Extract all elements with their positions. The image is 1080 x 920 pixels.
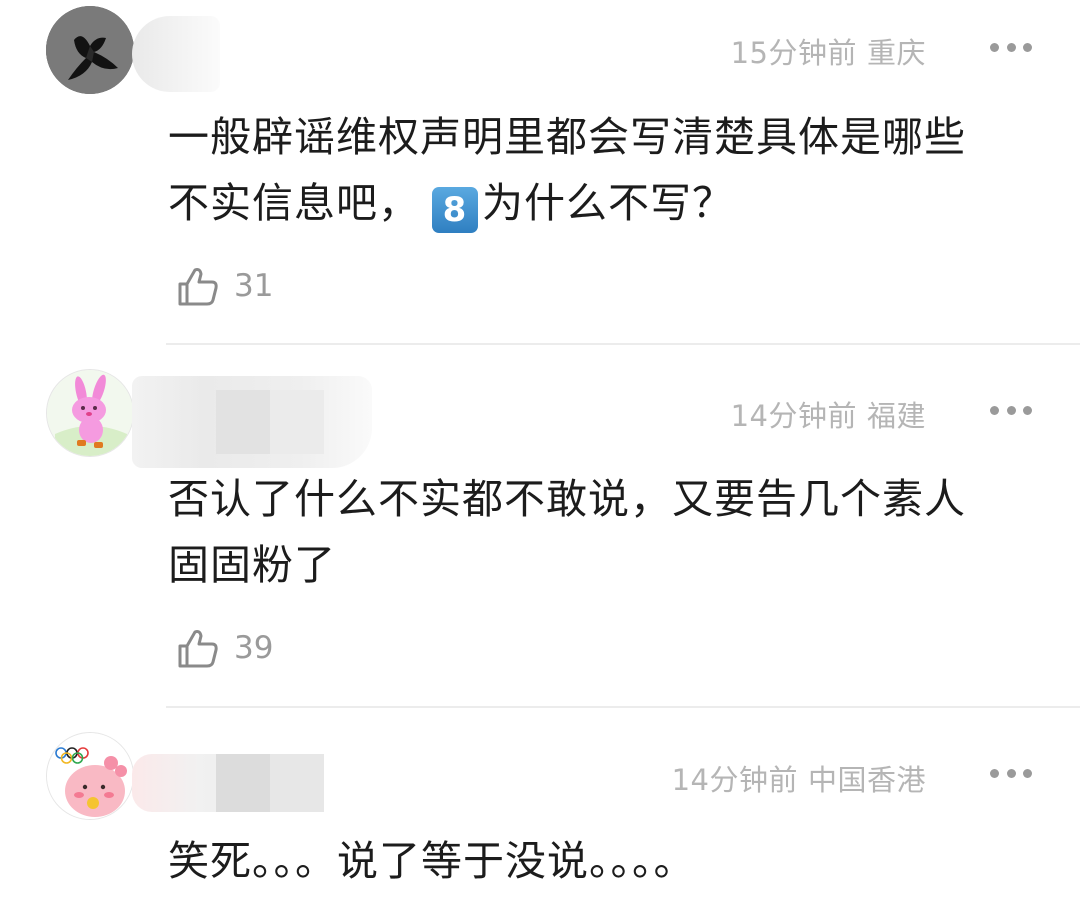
comment-location: 中国香港 (807, 763, 926, 797)
like-button[interactable]: 39 (176, 624, 273, 672)
comment-meta: 15分钟前 重庆 (731, 30, 926, 72)
comment-time: 15分钟前 (730, 36, 857, 70)
comment-meta: 14分钟前 中国香港 (672, 757, 926, 799)
pink-cartoon-olympic-avatar-icon (47, 733, 133, 819)
comment-text: 一般辟谣维权声明里都会写清楚具体是哪些 不实信息吧， 8 为什么不写？ (168, 104, 1048, 236)
comment-text-line: 不实信息吧， 8 为什么不写？ (168, 170, 1048, 236)
black-butterfly-avatar-icon (46, 6, 134, 94)
comment-text-segment: 为什么不写？ (482, 179, 734, 227)
comment-text-line: 否认了什么不实都不敢说，又要告几个素人 (168, 475, 966, 523)
blur-block (216, 754, 270, 812)
blur-block (216, 390, 270, 454)
comment-divider (166, 706, 1080, 708)
blur-block (270, 390, 324, 454)
comment-text-segment: 不实信息吧， (168, 179, 420, 227)
thumbs-up-icon (178, 630, 218, 668)
comment-location: 重庆 (866, 36, 926, 70)
user-avatar[interactable] (46, 732, 134, 820)
comment-meta: 14分钟前 福建 (731, 393, 926, 435)
comment-text-line: 一般辟谣维权声明里都会写清楚具体是哪些 (168, 113, 966, 161)
user-avatar[interactable] (46, 369, 134, 457)
like-count: 39 (234, 630, 274, 666)
comment-text-line: 笑死。。。说了等于没说。。。。 (168, 837, 696, 885)
comment-location: 福建 (866, 399, 926, 433)
comment-time: 14分钟前 (671, 763, 798, 797)
comment-time: 14分钟前 (730, 399, 857, 433)
pink-rabbit-avatar-icon (47, 370, 133, 456)
comment-text-line: 固固粉了 (168, 541, 336, 589)
keycap-eight-emoji: 8 (432, 187, 478, 233)
user-avatar[interactable] (46, 6, 134, 94)
blur-block (270, 754, 324, 812)
like-button[interactable]: 31 (176, 262, 273, 310)
comment-text: 笑死。。。说了等于没说。。。。 (168, 828, 1048, 894)
more-dots-icon[interactable] (990, 767, 1032, 779)
comment-divider (166, 343, 1080, 345)
more-dots-icon[interactable] (990, 41, 1032, 53)
thumbs-up-icon (178, 268, 218, 306)
blurred-username (132, 16, 220, 92)
more-dots-icon[interactable] (990, 404, 1032, 416)
comment-text: 否认了什么不实都不敢说，又要告几个素人 固固粉了 (168, 466, 1048, 598)
like-count: 31 (234, 268, 274, 304)
